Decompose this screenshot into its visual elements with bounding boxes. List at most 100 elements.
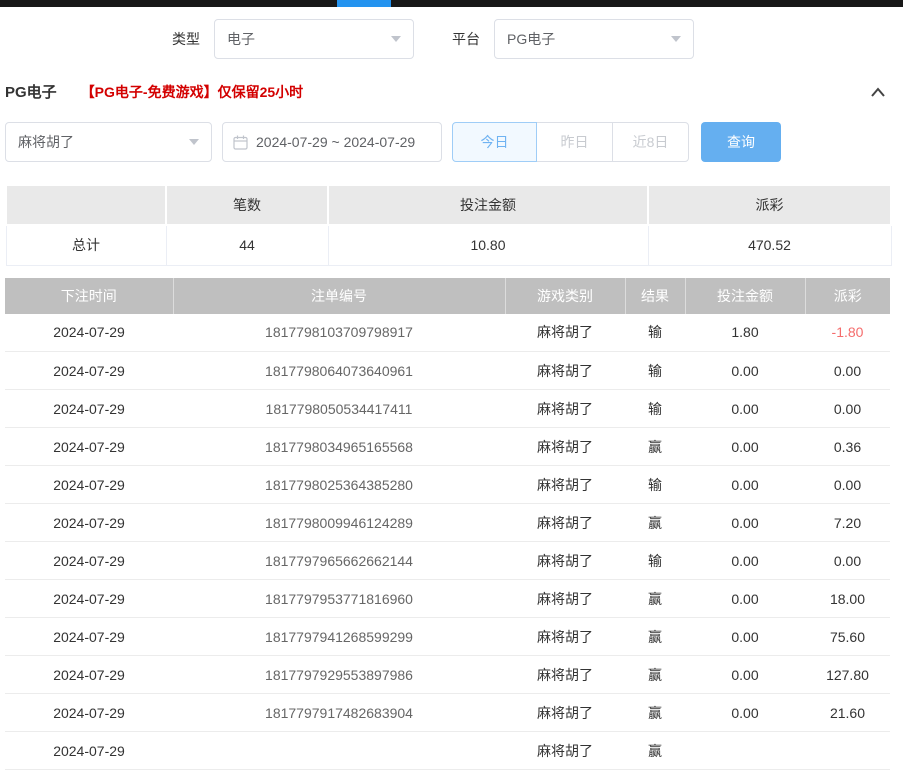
table-row: 2024-07-291817798009946124289麻将胡了赢0.007.… xyxy=(5,504,890,542)
bet-amount: 0.00 xyxy=(685,656,805,694)
summary-total-row: 总计 44 10.80 470.52 xyxy=(6,225,891,265)
bet-date: 2024-07-29 xyxy=(5,656,173,694)
game-type: 麻将胡了 xyxy=(505,504,625,542)
browser-top-strip xyxy=(0,0,903,7)
game-type: 麻将胡了 xyxy=(505,314,625,352)
bet-amount: 0.00 xyxy=(685,504,805,542)
platform-select[interactable]: PG电子 xyxy=(494,19,694,59)
collapse-button[interactable] xyxy=(869,85,887,99)
summary-total-label: 总计 xyxy=(6,225,166,265)
type-select-value: 电子 xyxy=(227,29,255,49)
payout: 7.20 xyxy=(805,504,890,542)
header-game-type: 游戏类别 xyxy=(505,278,625,314)
result: 赢 xyxy=(625,732,685,770)
game-type: 麻将胡了 xyxy=(505,352,625,390)
date-range-input[interactable]: 2024-07-29 ~ 2024-07-29 xyxy=(222,122,442,162)
game-select-value: 麻将胡了 xyxy=(18,132,74,152)
order-id: 1817798025364385280 xyxy=(173,466,505,504)
table-row: 2024-07-291817797965662662144麻将胡了输0.000.… xyxy=(5,542,890,580)
bet-date: 2024-07-29 xyxy=(5,390,173,428)
table-row: 2024-07-291817798050534417411麻将胡了输0.000.… xyxy=(5,390,890,428)
summary-total-payout: 470.52 xyxy=(648,225,891,265)
section-header: PG电子 【PG电子-免费游戏】仅保留25小时 xyxy=(5,81,887,102)
date-range-value: 2024-07-29 ~ 2024-07-29 xyxy=(256,134,415,150)
result: 输 xyxy=(625,542,685,580)
table-row: 2024-07-29麻将胡了赢 xyxy=(5,732,890,770)
game-type: 麻将胡了 xyxy=(505,542,625,580)
result: 输 xyxy=(625,314,685,352)
result: 赢 xyxy=(625,694,685,732)
quick-date-group: 今日 昨日 近8日 xyxy=(452,122,689,162)
quick-btn-today[interactable]: 今日 xyxy=(452,122,537,162)
bet-amount: 0.00 xyxy=(685,618,805,656)
quick-btn-8days[interactable]: 近8日 xyxy=(612,122,689,162)
game-type: 麻将胡了 xyxy=(505,656,625,694)
order-id: 1817797941268599299 xyxy=(173,618,505,656)
payout: -1.80 xyxy=(805,314,890,352)
bet-amount: 0.00 xyxy=(685,580,805,618)
bet-amount: 0.00 xyxy=(685,390,805,428)
summary-header-empty xyxy=(6,185,166,225)
game-type: 麻将胡了 xyxy=(505,732,625,770)
payout: 0.00 xyxy=(805,390,890,428)
table-body: 2024-07-291817798103709798917麻将胡了输1.80-1… xyxy=(5,314,890,770)
game-select[interactable]: 麻将胡了 xyxy=(5,122,212,162)
table-row: 2024-07-291817798064073640961麻将胡了输0.000.… xyxy=(5,352,890,390)
search-button[interactable]: 查询 xyxy=(701,122,781,162)
result: 输 xyxy=(625,390,685,428)
chevron-up-icon xyxy=(869,85,887,99)
header-bet-amount: 投注金额 xyxy=(685,278,805,314)
order-id: 1817797953771816960 xyxy=(173,580,505,618)
bet-amount: 0.00 xyxy=(685,542,805,580)
summary-header-payout: 派彩 xyxy=(648,185,891,225)
game-type: 麻将胡了 xyxy=(505,390,625,428)
summary-header-count: 笔数 xyxy=(166,185,328,225)
query-row: 麻将胡了 2024-07-29 ~ 2024-07-29 今日 昨日 近8日 查… xyxy=(5,122,903,162)
bet-date: 2024-07-29 xyxy=(5,504,173,542)
bet-amount: 1.80 xyxy=(685,314,805,352)
payout: 21.60 xyxy=(805,694,890,732)
game-type: 麻将胡了 xyxy=(505,466,625,504)
order-id: 1817798064073640961 xyxy=(173,352,505,390)
order-id xyxy=(173,732,505,770)
bet-amount: 0.00 xyxy=(685,352,805,390)
bet-date: 2024-07-29 xyxy=(5,694,173,732)
table-row: 2024-07-291817797953771816960麻将胡了赢0.0018… xyxy=(5,580,890,618)
bet-amount: 0.00 xyxy=(685,466,805,504)
summary-header-bet: 投注金额 xyxy=(328,185,648,225)
payout: 18.00 xyxy=(805,580,890,618)
table-row: 2024-07-291817797929553897986麻将胡了赢0.0012… xyxy=(5,656,890,694)
platform-label: 平台 xyxy=(452,29,480,49)
payout: 75.60 xyxy=(805,618,890,656)
table-row: 2024-07-291817797941268599299麻将胡了赢0.0075… xyxy=(5,618,890,656)
platform-select-value: PG电子 xyxy=(507,29,555,49)
bet-date: 2024-07-29 xyxy=(5,314,173,352)
payout: 0.00 xyxy=(805,542,890,580)
result: 输 xyxy=(625,352,685,390)
result: 赢 xyxy=(625,504,685,542)
bet-date: 2024-07-29 xyxy=(5,466,173,504)
result: 赢 xyxy=(625,580,685,618)
order-id: 1817798009946124289 xyxy=(173,504,505,542)
table-row: 2024-07-291817798034965165568麻将胡了赢0.000.… xyxy=(5,428,890,466)
order-id: 1817797917482683904 xyxy=(173,694,505,732)
game-type: 麻将胡了 xyxy=(505,580,625,618)
header-order-id: 注单编号 xyxy=(173,278,505,314)
bet-amount xyxy=(685,732,805,770)
bet-date: 2024-07-29 xyxy=(5,580,173,618)
chevron-down-icon xyxy=(391,36,401,42)
bet-date: 2024-07-29 xyxy=(5,618,173,656)
order-id: 1817798103709798917 xyxy=(173,314,505,352)
payout: 0.00 xyxy=(805,352,890,390)
result: 赢 xyxy=(625,656,685,694)
chevron-down-icon xyxy=(189,139,199,145)
records-table: 下注时间 注单编号 游戏类别 结果 投注金额 派彩 2024-07-291817… xyxy=(5,278,890,770)
result: 赢 xyxy=(625,428,685,466)
type-select[interactable]: 电子 xyxy=(214,19,414,59)
order-id: 1817798050534417411 xyxy=(173,390,505,428)
header-payout: 派彩 xyxy=(805,278,890,314)
quick-btn-yesterday[interactable]: 昨日 xyxy=(536,122,613,162)
order-id: 1817797929553897986 xyxy=(173,656,505,694)
table-row: 2024-07-291817797917482683904麻将胡了赢0.0021… xyxy=(5,694,890,732)
bet-date: 2024-07-29 xyxy=(5,352,173,390)
